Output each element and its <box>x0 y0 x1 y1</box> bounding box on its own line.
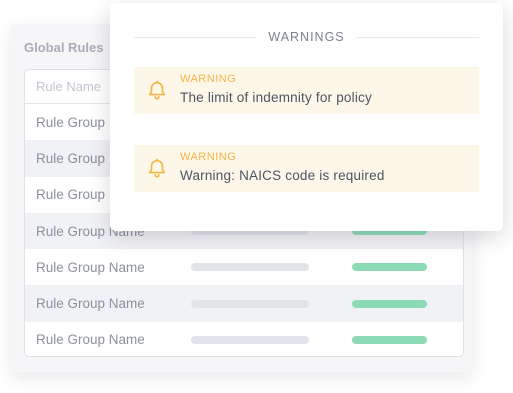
placeholder-bar <box>191 335 309 344</box>
placeholder-bar <box>191 263 309 272</box>
status-bar <box>352 263 427 272</box>
table-row[interactable]: Rule Group Name <box>25 321 463 356</box>
warnings-popup: WARNINGS WARNING The limit of indemnity … <box>110 3 503 231</box>
divider <box>134 36 257 38</box>
warning-item: WARNING The limit of indemnity for polic… <box>134 67 479 114</box>
table-row[interactable]: Rule Group Name <box>25 249 463 286</box>
bell-icon <box>146 157 168 179</box>
rule-name-cell: Rule Group <box>36 114 106 130</box>
rule-name-cell: Rule Group Name <box>36 296 145 312</box>
warning-message: The limit of indemnity for policy <box>180 90 372 105</box>
rule-name-cell: Rule Group <box>36 150 106 166</box>
global-rules-title: Global Rules <box>24 40 104 55</box>
warnings-header: WARNINGS <box>134 27 480 47</box>
warning-label: WARNING <box>180 151 237 163</box>
warning-label: WARNING <box>180 73 237 85</box>
warning-item: WARNING Warning: NAICS code is required <box>134 145 479 192</box>
table-row[interactable]: Rule Group Name <box>25 285 463 322</box>
placeholder-bar <box>191 299 309 308</box>
rule-name-cell: Rule Group <box>36 187 106 203</box>
rule-name-cell: Rule Group Name <box>36 259 145 275</box>
rule-name-cell: Rule Group Name <box>36 332 145 348</box>
divider <box>356 36 480 38</box>
warning-message: Warning: NAICS code is required <box>180 168 385 183</box>
bell-icon <box>146 79 168 101</box>
status-bar <box>352 335 427 344</box>
status-bar <box>352 299 427 308</box>
warnings-title: WARNINGS <box>268 30 345 44</box>
